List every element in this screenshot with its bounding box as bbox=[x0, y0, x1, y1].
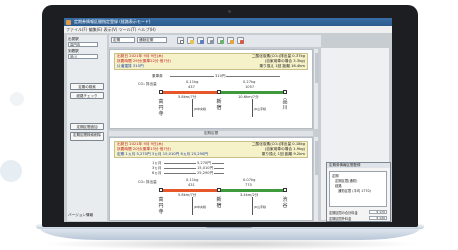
tree-item[interactable]: 通勤区間 (平均 1770) bbox=[338, 188, 371, 193]
segment-bar-1 bbox=[163, 91, 217, 94]
pass-section-dialog: 定期券情報区間登録 定期 定期区間(通勤) 経路 通勤区間 (平均 1770) … bbox=[326, 162, 391, 222]
period-line bbox=[164, 173, 224, 174]
departure-field[interactable]: 高円寺 bbox=[68, 42, 98, 47]
co2-seg1-value: 0.11kg bbox=[186, 178, 199, 182]
co2-seg1-index: 431 bbox=[188, 183, 195, 187]
search-route-button[interactable]: 定期の検索 bbox=[70, 83, 104, 90]
dialog-title: 定期券情報区間登録 bbox=[327, 163, 390, 168]
period-line bbox=[164, 168, 224, 169]
new-icon[interactable] bbox=[177, 37, 184, 44]
scrollbar-thumb[interactable] bbox=[314, 141, 319, 175]
lower-scrollbar[interactable] bbox=[313, 137, 319, 221]
export-icon[interactable] bbox=[237, 37, 244, 44]
decorative-circle bbox=[10, 92, 24, 106]
route-summary-upper: 出発日 2021年 9月 9日(木) 二酸化炭素(CO₂)排出量 0.37kg 所… bbox=[114, 53, 308, 70]
arrival-field[interactable]: 品川 bbox=[68, 54, 98, 59]
route-result-lower: 出発日 2021年 9月 9日(木) 二酸化炭素(CO₂)排出量 0.18kg 所… bbox=[109, 137, 313, 221]
rail-line-1: JR中央線 bbox=[194, 205, 206, 209]
decorative-circle bbox=[0, 160, 22, 182]
line-connector bbox=[192, 197, 193, 215]
travel-time: 所要時間 29分(乗車22分 他7分) bbox=[117, 59, 171, 63]
window-titlebar: 定期券情報区間指定登録 (経路表示モード) bbox=[64, 18, 392, 26]
outside-fare-value: ¥ 140 bbox=[369, 216, 387, 220]
toolbar: 定期 通勤定期 bbox=[109, 35, 321, 47]
departure-date: 出発日 2021年 9月 9日(木) bbox=[117, 54, 164, 58]
window-title: 定期券情報区間指定登録 (経路表示モード) bbox=[74, 19, 151, 24]
section-divider: 定期区間 bbox=[109, 131, 313, 136]
rail-line-2: JR山手線 bbox=[254, 107, 266, 111]
co2-seg2-index: 770 bbox=[245, 183, 252, 187]
segment-1-label: 5.8km/7分 bbox=[178, 193, 197, 197]
co2-label: CO₂ 排出量 bbox=[138, 180, 157, 184]
rail-line-1: JR中央線 bbox=[194, 107, 206, 111]
pass-fare-summary: 定期 1ヵ月 5,270円 3ヵ月 15,010円 6ヵ月 25,290円 bbox=[117, 152, 208, 156]
map-icon[interactable] bbox=[217, 37, 224, 44]
folder-icon[interactable] bbox=[187, 37, 194, 44]
station-marker bbox=[283, 188, 287, 192]
scrollbar-thumb[interactable] bbox=[314, 53, 319, 83]
app-window: 定期券情報区間指定登録 (経路表示モード) ファイル(F) 編集(E) 表示(V… bbox=[64, 18, 392, 222]
total-fare-label: 定期区間の合計料金 bbox=[329, 211, 358, 215]
fare-summary: 片道運賃 310円 bbox=[117, 64, 144, 68]
co2-seg2-value: 0.07kg bbox=[243, 178, 256, 182]
period-line bbox=[164, 163, 224, 164]
route-check-button[interactable]: 経路チェック bbox=[70, 92, 104, 99]
line-connector bbox=[192, 99, 193, 117]
period-label: 6ヵ月 bbox=[152, 171, 162, 175]
co2-seg1-index: 437 bbox=[188, 85, 195, 89]
departure-date: 出発日 2021年 9月 9日(木) bbox=[117, 142, 164, 146]
fare-value: 310円 bbox=[214, 74, 227, 79]
route-result-upper: 出発日 2021年 9月 9日(木) 二酸化炭素(CO₂)排出量 0.37kg 所… bbox=[109, 49, 313, 129]
add-section-button[interactable]: 定期区間追加 bbox=[70, 123, 104, 130]
co2-seg2-index: 1057 bbox=[245, 85, 255, 89]
station-destination: 渋谷 bbox=[282, 197, 288, 209]
station-origin: 高円寺 bbox=[158, 99, 164, 117]
line-connector bbox=[252, 197, 253, 215]
segment-bar-2 bbox=[221, 91, 283, 94]
copy-icon[interactable] bbox=[227, 37, 234, 44]
transfer-distance: 乗り換え 1回 距離 9.2km bbox=[261, 152, 305, 156]
segment-bar-2 bbox=[221, 189, 283, 192]
station-transfer: 新宿 bbox=[216, 99, 222, 111]
webcam bbox=[228, 10, 231, 13]
route-summary-lower: 出発日 2021年 9月 9日(木) 二酸化炭素(CO₂)排出量 0.18kg 所… bbox=[114, 141, 308, 158]
menubar[interactable]: ファイル(F) 編集(E) 表示(V) ツール(T) ヘルプ(H) bbox=[64, 26, 392, 33]
station-transfer: 新宿 bbox=[216, 197, 222, 209]
upper-scrollbar[interactable] bbox=[313, 49, 319, 129]
segment-1-label: 5.8km/7分 bbox=[178, 95, 197, 99]
rail-line-2: JR山手線 bbox=[254, 205, 266, 209]
mode-select[interactable]: 定期 bbox=[111, 37, 135, 43]
left-panel: 出発駅 高円寺 到着駅 品川 定期の検索 経路チェック 定期区間追加 定期区間検… bbox=[67, 35, 107, 221]
period-value: 25,290円 bbox=[196, 171, 215, 176]
co2-label: CO₂ 排出量 bbox=[138, 82, 157, 86]
fare-label: 乗車券 bbox=[152, 74, 163, 78]
version-label: バージョン情報 bbox=[68, 213, 94, 217]
section-tree[interactable]: 定期 定期区間(通勤) 経路 通勤区間 (平均 1770) bbox=[329, 171, 387, 207]
transfer-distance: 乗り換え 1回 距離 16.4km bbox=[259, 64, 305, 68]
outside-fare-label: 定期区間外料金 bbox=[329, 217, 352, 221]
co2-seg1-value: 0.11kg bbox=[186, 80, 199, 84]
station-destination: 品川 bbox=[282, 99, 288, 111]
total-fare-value: ¥ 170 bbox=[369, 210, 387, 214]
segment-2-label: 3.4km/2分 bbox=[240, 193, 259, 197]
print-icon[interactable] bbox=[207, 37, 214, 44]
co2-seg2-value: 0.27kg bbox=[243, 80, 256, 84]
segment-bar-1 bbox=[163, 189, 217, 192]
station-origin: 高円寺 bbox=[158, 197, 164, 215]
travel-time: 所要時間 20分(乗車13分 他7分) bbox=[117, 147, 171, 151]
delete-section-button[interactable]: 定期区間検索削除 bbox=[70, 132, 104, 141]
save-icon[interactable] bbox=[197, 37, 204, 44]
line-connector bbox=[252, 99, 253, 117]
segment-2-label: 10.6km/7分 bbox=[238, 95, 259, 99]
app-icon bbox=[66, 19, 71, 25]
station-marker bbox=[283, 90, 287, 94]
pass-type-select[interactable]: 通勤定期 bbox=[137, 37, 167, 43]
